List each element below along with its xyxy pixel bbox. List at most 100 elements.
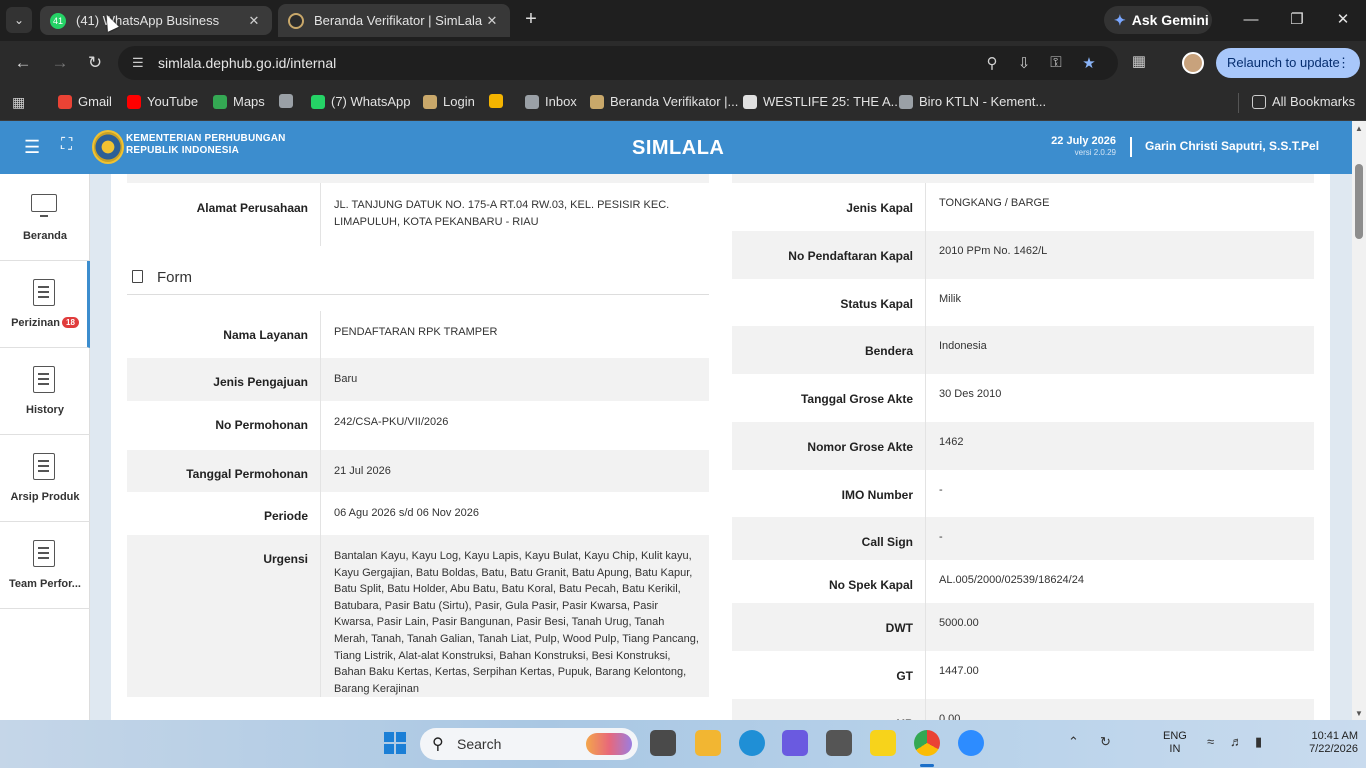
profile-avatar[interactable] xyxy=(1182,52,1204,74)
camera-icon[interactable] xyxy=(826,730,852,756)
close-tab-icon[interactable]: ✕ xyxy=(484,13,500,29)
sync-icon[interactable]: ↻ xyxy=(1100,734,1111,750)
detail-row: Call Sign - xyxy=(732,517,1314,560)
bookmark-item[interactable] xyxy=(489,94,509,108)
zoom-icon[interactable]: ⚲ xyxy=(982,54,1002,72)
language-indicator[interactable]: ENG IN xyxy=(1163,730,1187,756)
fullscreen-icon[interactable]: ⛶ xyxy=(61,136,72,154)
document-icon xyxy=(33,279,55,306)
bookmark-star-icon[interactable]: ★ xyxy=(1079,54,1099,72)
field-value: Milik xyxy=(939,293,961,305)
detail-row: Tanggal Grose Akte 30 Des 2010 xyxy=(732,374,1314,422)
tab-search-button[interactable]: ⌄ xyxy=(6,7,32,33)
document-icon xyxy=(33,453,55,480)
bookmark-item[interactable] xyxy=(279,94,299,108)
field-value: 242/CSA-PKU/VII/2026 xyxy=(334,416,449,428)
battery-icon[interactable]: ▮ xyxy=(1255,734,1262,750)
back-button[interactable]: ← xyxy=(11,51,35,75)
sidebar-item-history[interactable]: History xyxy=(0,348,90,435)
row-divider xyxy=(127,174,709,183)
more-menu-icon[interactable]: ⋮ xyxy=(1337,48,1350,78)
mail-icon xyxy=(525,94,539,109)
task-view-icon[interactable] xyxy=(650,730,676,756)
sidebar-item-perizinan[interactable]: Perizinan 18 xyxy=(0,261,90,348)
field-label: Urgensi xyxy=(127,535,321,697)
forward-button[interactable]: → xyxy=(48,51,72,75)
lang-line-2: IN xyxy=(1169,743,1181,755)
install-app-icon[interactable]: ⇩ xyxy=(1014,54,1034,72)
chrome-icon[interactable] xyxy=(914,730,940,767)
site-info-icon[interactable]: ☰ xyxy=(132,55,144,71)
reload-button[interactable]: ↻ xyxy=(83,51,107,75)
page-scrollbar[interactable]: ▲ ▼ xyxy=(1352,121,1366,720)
system-clock[interactable]: 10:41 AM 7/22/2026 xyxy=(1298,730,1358,756)
bookmark-item[interactable]: WESTLIFE 25: THE A... xyxy=(743,94,901,109)
sidebar-item-beranda[interactable]: Beranda xyxy=(0,174,90,261)
zoom-app-icon[interactable] xyxy=(958,730,984,756)
all-bookmarks-button[interactable]: All Bookmarks xyxy=(1252,94,1355,109)
url-text[interactable]: simlala.dephub.go.id/internal xyxy=(158,55,336,71)
bookmark-item[interactable]: Login xyxy=(423,94,475,109)
scroll-up-icon[interactable]: ▲ xyxy=(1355,124,1363,133)
tab-whatsapp[interactable]: 41 (41) WhatsApp Business ✕ xyxy=(40,6,272,35)
scrollbar-thumb[interactable] xyxy=(1355,164,1363,239)
maximize-button[interactable]: ❐ xyxy=(1274,0,1320,40)
bookmark-label: Inbox xyxy=(545,94,577,109)
detail-row: No Spek Kapal AL.005/2000/02539/18624/24 xyxy=(732,560,1314,603)
monitor-icon xyxy=(31,194,57,217)
wifi-icon[interactable]: ≈ xyxy=(1207,734,1214,749)
bookmark-label: Beranda Verifikator |... xyxy=(610,94,739,109)
detail-row: Jenis Kapal TONGKANG / BARGE xyxy=(732,183,1314,231)
bookmark-item[interactable]: Inbox xyxy=(525,94,577,109)
address-bar[interactable]: ☰ simlala.dephub.go.id/internal ⚲ ⇩ ⚿ ★ xyxy=(118,46,1118,80)
field-label: GT xyxy=(732,651,926,699)
bookmark-item[interactable]: Beranda Verifikator |... xyxy=(590,94,738,109)
tab-title: Beranda Verifikator | SimLala xyxy=(314,13,483,28)
windows-taskbar: ⚲ Search ⌃ ↻ ENG IN ≈ ♬ ▮ 10:41 AM 7/22/… xyxy=(0,720,1366,768)
field-label: Bendera xyxy=(732,326,926,374)
bookmarks-bar: ▦ Gmail YouTube Maps (7) WhatsApp Login Inbox… xyxy=(0,85,1366,121)
taskbar-search[interactable]: ⚲ Search xyxy=(420,728,638,760)
bookmark-item[interactable]: (7) WhatsApp xyxy=(311,94,410,109)
lang-line-1: ENG xyxy=(1163,730,1187,742)
search-icon: ⚲ xyxy=(432,736,444,753)
field-value: 1462 xyxy=(939,436,964,448)
sidebar-item-team-performance[interactable]: Team Perfor... xyxy=(0,522,90,609)
bookmark-item[interactable]: Gmail xyxy=(58,94,112,109)
sidebar-item-arsip-produk[interactable]: Arsip Produk xyxy=(0,435,90,522)
field-label: Tanggal Permohonan xyxy=(127,450,321,492)
bookmark-label: Login xyxy=(443,94,475,109)
file-explorer-icon[interactable] xyxy=(695,730,721,756)
password-key-icon[interactable]: ⚿ xyxy=(1046,54,1066,71)
scroll-down-icon[interactable]: ▼ xyxy=(1355,709,1363,718)
relaunch-button[interactable]: Relaunch to update ⋮ xyxy=(1216,48,1360,78)
show-hidden-icons[interactable]: ⌃ xyxy=(1068,734,1079,750)
ask-gemini-button[interactable]: ✦ Ask Gemini xyxy=(1104,6,1212,34)
apps-grid-icon[interactable]: ▦ xyxy=(12,94,25,111)
close-window-button[interactable]: ✕ xyxy=(1320,0,1366,40)
sticky-notes-icon[interactable] xyxy=(870,730,896,756)
field-label: Tanggal Grose Akte xyxy=(732,374,926,422)
bookmark-item[interactable]: YouTube xyxy=(127,94,198,109)
volume-icon[interactable]: ♬ xyxy=(1230,734,1243,749)
extensions-icon[interactable]: ▦ xyxy=(1128,52,1150,74)
minimize-button[interactable]: — xyxy=(1228,0,1274,40)
edge-icon[interactable] xyxy=(739,730,765,756)
folder-icon xyxy=(1252,94,1266,109)
tab-simlala[interactable]: Beranda Verifikator | SimLala ✕ xyxy=(278,4,510,37)
close-tab-icon[interactable]: ✕ xyxy=(246,13,262,29)
header-divider xyxy=(1130,137,1132,157)
bookmark-item[interactable]: Maps xyxy=(213,94,265,109)
user-name[interactable]: Garin Christi Saputri, S.S.T.Pel xyxy=(1145,139,1319,153)
clock-date: 7/22/2026 xyxy=(1309,743,1358,755)
field-value: PENDAFTARAN RPK TRAMPER xyxy=(334,326,498,338)
copilot-icon[interactable] xyxy=(782,730,808,756)
hamburger-menu-icon[interactable]: ☰ xyxy=(24,137,40,158)
field-label: Call Sign xyxy=(732,517,926,560)
bookmark-label: (7) WhatsApp xyxy=(331,94,411,109)
bookmark-item[interactable]: Biro KTLN - Kement... xyxy=(899,94,1046,109)
field-label: Jenis Pengajuan xyxy=(127,358,321,401)
new-tab-button[interactable]: + xyxy=(519,8,543,32)
header-date: 22 July 2026 versi 2.0.29 xyxy=(1051,135,1116,157)
windows-start-button[interactable] xyxy=(384,732,406,754)
